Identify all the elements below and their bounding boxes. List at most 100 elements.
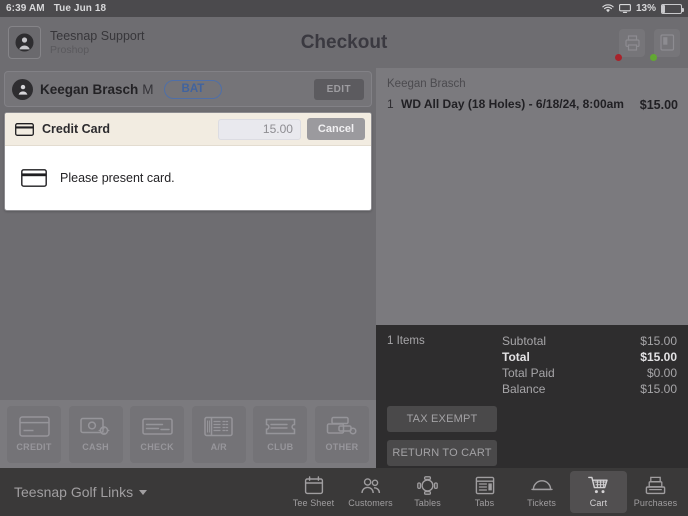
app-header: Teesnap Support Proshop Checkout	[0, 17, 688, 68]
nav-items: Tee Sheet Customers Tables Tabs Tickets …	[285, 470, 684, 514]
nav-item-cart[interactable]: Cart	[570, 471, 627, 513]
cart-customer-name: Keegan Brasch	[387, 78, 466, 90]
payment-pane: Keegan Brasch M BAT EDIT Credit Card 15.…	[0, 68, 376, 468]
airplay-icon	[619, 4, 631, 13]
nav-item-tee-sheet[interactable]: Tee Sheet	[285, 471, 342, 513]
table-icon	[417, 476, 438, 495]
totals-row-subtotal: Subtotal $15.00	[502, 334, 677, 350]
tax-exempt-button[interactable]: TAX EXEMPT	[387, 405, 497, 432]
cancel-payment-button[interactable]: Cancel	[306, 118, 365, 140]
other-payment-icon	[326, 416, 358, 437]
totals-value: $15.00	[640, 349, 677, 364]
cart-item-price: $15.00	[639, 98, 678, 112]
brand-name: Teesnap Support	[50, 29, 145, 44]
payment-method-label: CHECK	[140, 442, 174, 452]
payment-method-other[interactable]: OTHER	[314, 405, 369, 463]
wifi-icon	[602, 4, 614, 13]
ios-status-bar: 6:39 AM Tue Jun 18 13%	[0, 0, 688, 17]
totals-top-row: 1 Items Subtotal $15.00 Total $15.00 Tot…	[387, 334, 677, 398]
nav-label: Tickets	[527, 498, 556, 508]
return-to-cart-button[interactable]: RETURN TO CART	[387, 439, 497, 466]
customer-bar[interactable]: Keegan Brasch M BAT EDIT	[4, 71, 372, 107]
nav-label: Tables	[414, 498, 441, 508]
register-icon	[645, 476, 666, 495]
payment-method-credit[interactable]: CREDIT	[7, 405, 61, 463]
present-card-message: Please present card.	[60, 171, 175, 185]
totals-row-total: Total $15.00	[502, 350, 677, 366]
payment-method-check[interactable]: CHECK	[130, 405, 185, 463]
cart-totals-section: 1 Items Subtotal $15.00 Total $15.00 Tot…	[376, 325, 688, 468]
battery-icon	[661, 3, 684, 14]
totals-label: Balance	[502, 381, 546, 396]
nav-item-tabs[interactable]: Tabs	[456, 471, 513, 513]
app-root: 6:39 AM Tue Jun 18 13% Teesnap Support P…	[0, 0, 688, 516]
calendar-icon	[304, 476, 324, 495]
customer-name: Keegan Brasch	[40, 81, 139, 97]
nav-item-purchases[interactable]: Purchases	[627, 471, 684, 513]
header-actions	[615, 28, 680, 61]
check-icon	[141, 416, 173, 437]
payment-method-label: CLUB	[267, 442, 294, 452]
user-circle-icon	[8, 26, 41, 59]
club-ticket-icon	[265, 416, 296, 437]
status-date: Tue Jun 18	[53, 3, 107, 14]
payment-amount-input[interactable]: 15.00	[217, 118, 301, 140]
credit-card-panel-header: Credit Card 15.00 Cancel	[5, 113, 371, 146]
ar-ledger-icon	[203, 416, 234, 437]
nav-label: Purchases	[633, 498, 678, 508]
shopping-cart-icon	[588, 476, 609, 495]
course-selector[interactable]: Teesnap Golf Links	[14, 484, 148, 500]
nav-label: Customers	[348, 498, 393, 508]
customer-badge[interactable]: BAT	[163, 79, 223, 99]
payment-method-club[interactable]: CLUB	[253, 405, 308, 463]
nav-item-tables[interactable]: Tables	[399, 471, 456, 513]
payment-methods-bar: CREDIT CASH CHECK A/R CLUB OTHER	[0, 400, 376, 468]
payment-method-label: CASH	[82, 442, 109, 452]
print-receipt-button[interactable]	[615, 28, 645, 61]
items-count: 1 Items	[387, 335, 425, 347]
payment-method-label: A/R	[210, 442, 227, 452]
payment-method-ar[interactable]: A/R	[191, 405, 246, 463]
brand-block[interactable]: Teesnap Support Proshop	[8, 26, 145, 59]
credit-card-panel-body: Please present card.	[5, 146, 371, 210]
user-avatar-icon	[12, 78, 33, 100]
nav-item-tickets[interactable]: Tickets	[513, 471, 570, 513]
credit-card-icon	[15, 122, 34, 136]
battery-percent: 13%	[635, 3, 656, 14]
card-reader-button[interactable]	[650, 28, 680, 61]
totals-value: $15.00	[640, 334, 677, 348]
nav-label: Cart	[589, 498, 608, 508]
nav-item-customers[interactable]: Customers	[342, 471, 399, 513]
totals-row-balance: Balance $15.00	[502, 382, 677, 398]
totals-value: $15.00	[640, 381, 677, 396]
cart-items-list: Keegan Brasch 1 WD All Day (18 Holes) - …	[376, 68, 688, 325]
people-icon	[360, 476, 382, 495]
customer-initial: M	[142, 81, 154, 97]
ticket-dome-icon	[530, 476, 553, 495]
payment-method-cash[interactable]: CASH	[68, 405, 123, 463]
card-reader-status-dot	[650, 53, 657, 61]
brand-subtitle: Proshop	[50, 43, 90, 56]
credit-card-icon	[21, 169, 47, 187]
cart-pane: Keegan Brasch 1 WD All Day (18 Holes) - …	[376, 68, 688, 468]
credit-card-title: Credit Card	[42, 122, 111, 136]
cart-item-qty: 1	[387, 97, 394, 111]
tabs-icon	[475, 476, 495, 495]
totals-row-total-paid: Total Paid $0.00	[502, 366, 677, 382]
totals-label: Total	[502, 349, 530, 364]
printer-status-dot	[615, 53, 622, 61]
payment-method-label: CREDIT	[16, 442, 52, 452]
totals-value: $0.00	[646, 365, 677, 380]
credit-card-panel: Credit Card 15.00 Cancel Please present …	[4, 112, 372, 211]
totals-label: Subtotal	[502, 334, 547, 348]
cart-line-item[interactable]: 1 WD All Day (18 Holes) - 6/18/24, 8:00a…	[387, 97, 678, 114]
nav-label: Tee Sheet	[292, 498, 335, 508]
bottom-navigation-bar: Teesnap Golf Links Tee Sheet Customers T…	[0, 468, 688, 516]
edit-customer-button[interactable]: EDIT	[313, 78, 364, 100]
totals-label: Total Paid	[502, 365, 555, 380]
status-indicators: 13%	[602, 3, 684, 14]
chevron-down-icon	[139, 489, 148, 495]
totals-table: Subtotal $15.00 Total $15.00 Total Paid …	[502, 334, 677, 398]
nav-label: Tabs	[474, 498, 495, 508]
cart-item-description: WD All Day (18 Holes) - 6/18/24, 8:00am	[401, 97, 624, 111]
